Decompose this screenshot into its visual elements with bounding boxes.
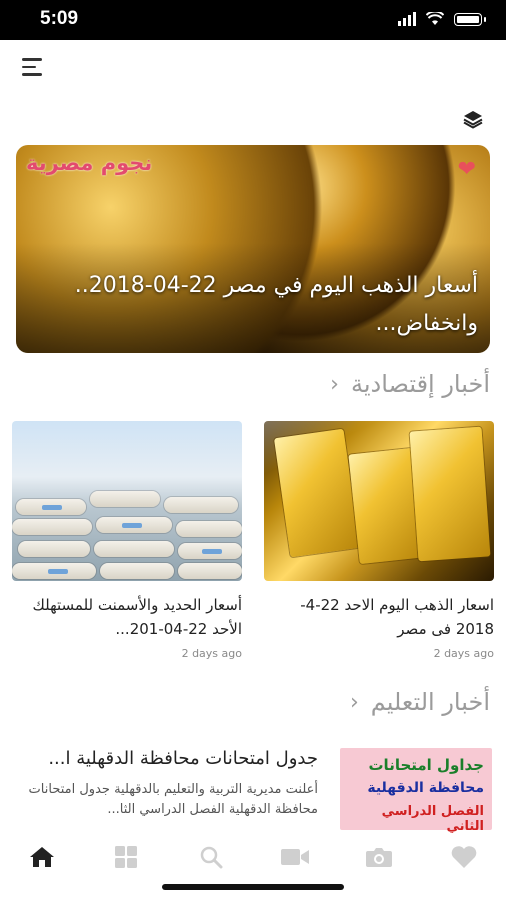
status-bar: 5:09 bbox=[0, 0, 506, 40]
video-icon bbox=[281, 849, 310, 865]
article-image-gold bbox=[264, 421, 494, 581]
thumb-line: محافظة الدقهلية bbox=[367, 780, 484, 796]
wifi-icon bbox=[426, 12, 444, 25]
article-thumbnail: جداول امتحانات محافظة الدقهلية الفصل الد… bbox=[340, 748, 492, 834]
article-excerpt: أعلنت مديرية التربية والتعليم بالدقهلية … bbox=[28, 782, 318, 817]
article-time: 2 days ago bbox=[433, 647, 494, 660]
thumb-line: جداول امتحانات bbox=[368, 756, 484, 774]
tab-search[interactable] bbox=[191, 841, 231, 873]
home-indicator bbox=[162, 884, 344, 890]
tab-videos[interactable] bbox=[275, 841, 315, 873]
chevron-left-icon: ‹ bbox=[349, 689, 359, 715]
list-item[interactable]: جداول امتحانات محافظة الدقهلية الفصل الد… bbox=[0, 748, 506, 834]
tab-favorites[interactable] bbox=[444, 841, 484, 873]
camera-icon bbox=[366, 848, 393, 867]
thumb-line: الفصل الدراسي الثاني bbox=[381, 804, 484, 834]
article-image-cement bbox=[12, 421, 242, 581]
hero-article[interactable]: نجوم مصرية ❤ أسعار الذهب اليوم في مصر 22… bbox=[16, 145, 490, 353]
article-card[interactable]: أسعار الحديد والأسمنت للمستهلك الأحد 22-… bbox=[12, 421, 242, 660]
section-education-header[interactable]: أخبار التعليم ‹ bbox=[350, 688, 490, 716]
section-title: أخبار التعليم bbox=[370, 688, 490, 716]
brand-watermark: نجوم مصرية bbox=[26, 151, 153, 175]
battery-icon bbox=[454, 12, 486, 26]
status-time: 5:09 bbox=[40, 8, 79, 29]
grid-icon bbox=[115, 846, 138, 868]
article-title: أسعار الحديد والأسمنت للمستهلك الأحد 22-… bbox=[32, 596, 242, 638]
search-icon bbox=[200, 846, 223, 869]
home-icon bbox=[30, 847, 55, 867]
article-time: 2 days ago bbox=[181, 647, 242, 660]
signal-icon bbox=[398, 12, 416, 26]
tab-categories[interactable] bbox=[106, 841, 146, 873]
article-card[interactable]: اسعار الذهب اليوم الاحد 22-4-2018 فى مصر… bbox=[264, 421, 494, 660]
tab-home[interactable] bbox=[22, 841, 62, 873]
status-icons bbox=[398, 12, 486, 26]
section-title: أخبار إقتصادية bbox=[350, 370, 490, 398]
article-title: جدول امتحانات محافظة الدقهلية ا... bbox=[48, 748, 318, 769]
favorite-heart-icon[interactable]: ❤ bbox=[458, 159, 476, 181]
tab-photos[interactable] bbox=[359, 841, 399, 873]
hero-title: أسعار الذهب اليوم في مصر 22-04-2018.. وا… bbox=[74, 273, 478, 336]
section-economy-header[interactable]: أخبار إقتصادية ‹ bbox=[330, 370, 490, 398]
article-title: اسعار الذهب اليوم الاحد 22-4-2018 فى مصر bbox=[300, 596, 494, 638]
layers-icon[interactable] bbox=[462, 108, 484, 130]
chevron-left-icon: ‹ bbox=[330, 371, 339, 397]
menu-icon[interactable] bbox=[22, 58, 46, 80]
heart-icon bbox=[451, 846, 477, 868]
tab-bar bbox=[0, 835, 506, 879]
